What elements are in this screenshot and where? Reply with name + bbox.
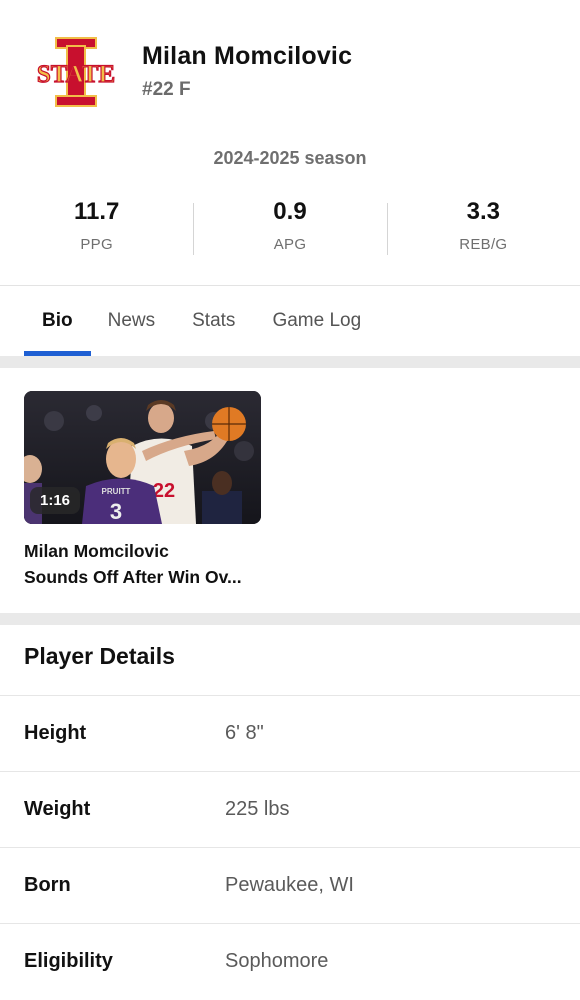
detail-label: Eligibility [24,950,113,972]
detail-label: Height [24,722,87,744]
player-details-title: Player Details [24,643,175,669]
detail-row-weight: Weight 225 lbs [0,771,580,848]
tab-stats[interactable]: Stats [192,286,235,356]
video-title-line: Sounds Off After Win Ov... [24,567,242,587]
detail-value: 225 lbs [225,798,290,820]
stat-rebg: 3.3 REB/G [386,196,580,260]
video-title[interactable]: Milan Momcilovic Sounds Off After Win Ov… [24,538,261,590]
season-label: 2024-2025 season [213,148,367,168]
stat-value: 11.7 [73,198,120,225]
tab-bio[interactable]: Bio [24,286,91,356]
detail-row-born: Born Pewaukee, WI [0,847,580,924]
stat-label: APG [273,236,307,253]
detail-label: Weight [24,798,91,820]
stats-summary: 11.7 PPG 0.9 APG 3.3 REB/G [0,196,580,260]
stat-value: 0.9 [273,198,307,225]
stat-value: 3.3 [466,198,500,225]
detail-row-eligibility: Eligibility Sophomore [0,923,580,1000]
team-logo-icon: STATE [36,37,116,107]
logo-text: STATE [37,61,115,88]
detail-value: 6' 8" [225,722,264,744]
player-number-position: #22 F [142,79,191,100]
jersey-name: PRUITT [102,487,131,496]
video-title-line: Milan Momcilovic [24,541,169,561]
detail-value: Sophomore [225,950,329,972]
player-name: Milan Momcilovic [142,42,353,70]
tab-news[interactable]: News [108,286,156,356]
section-separator [0,613,580,625]
detail-label: Born [24,874,71,896]
detail-row-height: Height 6' 8" [0,695,580,772]
video-thumbnail[interactable]: 22 PRUITT 3 1:16 [24,391,261,524]
section-separator [0,356,580,368]
tab-bar: Bio News Stats Game Log [0,286,580,356]
detail-value: Pewaukee, WI [225,874,354,896]
stat-ppg: 11.7 PPG [0,196,193,260]
player-header: STATE Milan Momcilovic #22 F [0,0,580,130]
tab-game-log[interactable]: Game Log [272,286,361,356]
video-card[interactable]: 22 PRUITT 3 1:16 Milan Momcilovic Sounds… [24,391,261,590]
stat-label: REB/G [459,236,508,253]
jersey-number: 3 [110,499,122,524]
stat-apg: 0.9 APG [193,196,386,260]
video-duration: 1:16 [30,487,81,514]
stat-label: PPG [80,236,113,253]
